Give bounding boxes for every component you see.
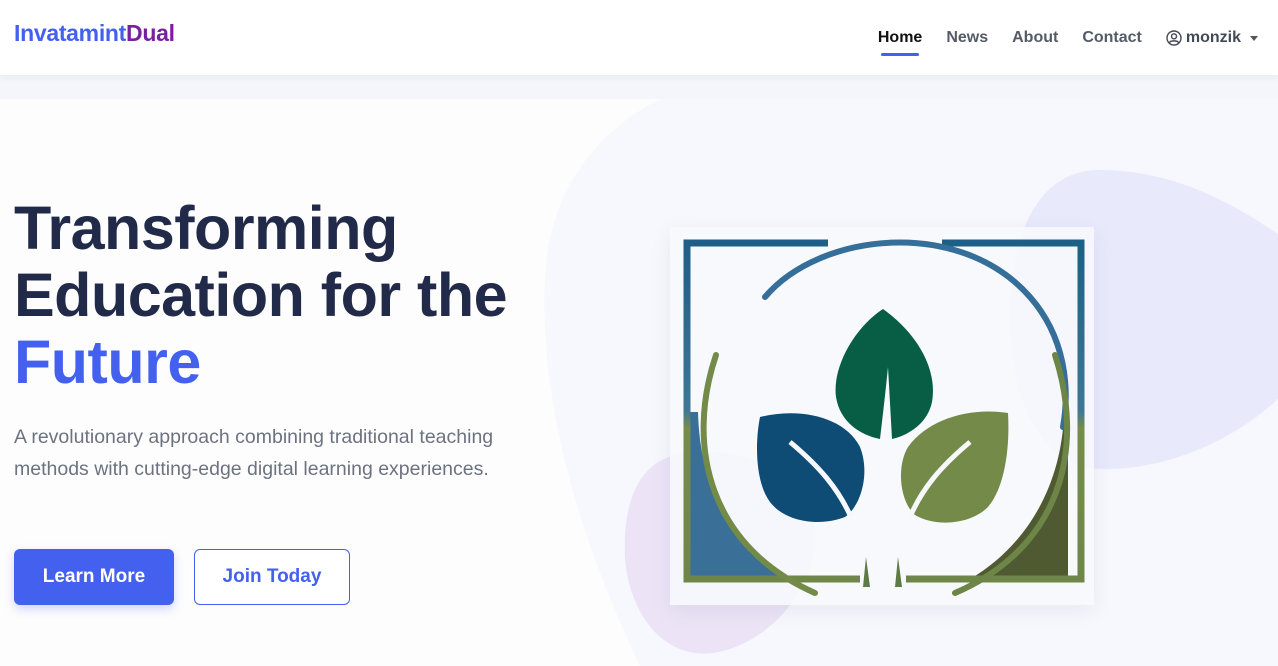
hero-image: [670, 227, 1094, 605]
brand-name-part1: Invatamint: [14, 20, 127, 46]
chevron-down-icon: [1250, 36, 1258, 41]
user-circle-icon: [1166, 29, 1182, 46]
nav-link-contact[interactable]: Contact: [1082, 29, 1142, 47]
hero-section: Transforming Education for the Future A …: [0, 99, 1278, 666]
navbar: InvatamintDual Home News About Contact m…: [0, 0, 1278, 75]
nav-link-home[interactable]: Home: [878, 29, 922, 56]
brand-logo[interactable]: InvatamintDual: [14, 20, 175, 47]
user-dropdown[interactable]: monzik: [1166, 29, 1258, 47]
hero-description: A revolutionary approach combining tradi…: [14, 426, 494, 480]
nav-link-news[interactable]: News: [946, 29, 988, 47]
hero-title: Transforming Education for the Future: [14, 195, 574, 396]
hero-title-line1: Transforming: [14, 194, 398, 262]
nav-shadow-strip: [0, 75, 1278, 99]
nav-link-about[interactable]: About: [1012, 29, 1058, 47]
join-today-button[interactable]: Join Today: [194, 549, 350, 605]
learn-more-button[interactable]: Learn More: [14, 549, 174, 605]
leaf-logo-icon: [683, 239, 1085, 596]
nav-menu: Home News About Contact monzik: [854, 0, 1258, 75]
brand-name-part2: Dual: [126, 20, 175, 46]
hero-title-accent: Future: [14, 328, 201, 396]
user-name: monzik: [1185, 28, 1241, 46]
hero-title-line2: Education for the: [14, 261, 508, 329]
